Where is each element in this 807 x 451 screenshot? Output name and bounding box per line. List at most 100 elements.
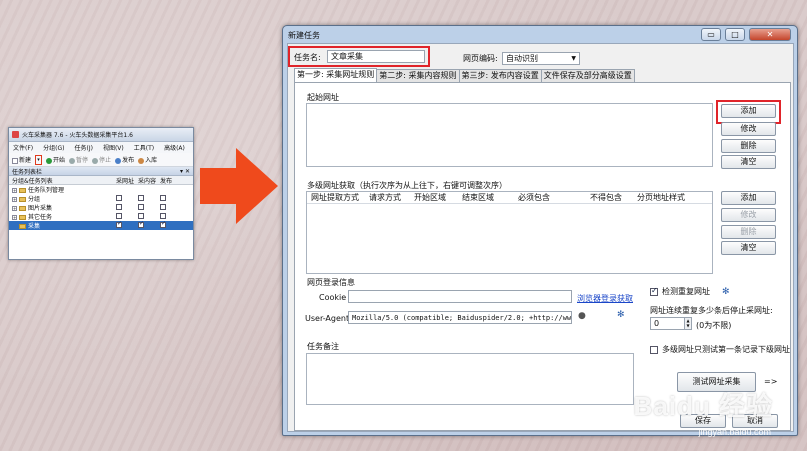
publish-button[interactable]: 发布	[115, 155, 134, 164]
publish-icon	[115, 157, 122, 164]
task-checkbox[interactable]	[116, 212, 122, 219]
menu-task[interactable]: 任务(J)	[74, 143, 92, 152]
main-toolbar: 新建 ▾ 开始 暂停 停止 发布 入库	[9, 153, 193, 167]
task-list-panel-title: 任务列表栏	[12, 168, 43, 176]
pause-icon	[69, 157, 76, 164]
queue-icon	[19, 188, 26, 193]
new-task-dialog: 新建任务 ▭ □ ✕ 任务名: 文章采集 网页编码: 自动识别 ▼ 第一步: 采…	[282, 25, 798, 436]
task-tree-check-cell	[116, 220, 138, 230]
start-button[interactable]: 开始	[46, 155, 65, 164]
task-checkbox[interactable]	[138, 194, 144, 201]
multi-level-edit-button[interactable]: 修改	[721, 208, 776, 222]
task-checkbox[interactable]	[138, 203, 144, 210]
start-url-edit-button[interactable]: 修改	[721, 122, 776, 136]
pause-button[interactable]: 暂停	[69, 155, 88, 164]
expand-plus-icon[interactable]: +	[12, 197, 17, 202]
task-tree-check-cell	[138, 203, 160, 212]
user-agent-input[interactable]: Mozilla/5.0 (compatible; Baiduspider/2.0…	[348, 311, 572, 324]
task-checkbox[interactable]	[116, 203, 122, 210]
dialog-title: 新建任务	[288, 31, 320, 40]
dedupe-check-row: 检测重复网址 ✻	[650, 286, 730, 297]
close-button[interactable]: ✕	[749, 28, 791, 41]
col-end-area[interactable]: 结束区域	[462, 192, 518, 203]
minimize-button[interactable]: ▭	[701, 28, 721, 41]
dedupe-help-icon[interactable]: ✻	[722, 287, 730, 297]
task-checkbox[interactable]	[160, 220, 166, 228]
expand-plus-icon[interactable]: +	[12, 206, 17, 211]
remarks-textarea[interactable]	[306, 353, 634, 405]
new-button[interactable]: 新建	[12, 155, 31, 164]
col-must-contain[interactable]: 必须包含	[518, 192, 590, 203]
task-checkbox[interactable]	[116, 194, 122, 201]
start-url-list[interactable]	[306, 103, 713, 167]
task-name-label: 任务名:	[294, 53, 321, 62]
task-checkbox[interactable]	[160, 212, 166, 219]
import-button[interactable]: 入库	[138, 155, 157, 164]
task-checkbox[interactable]	[160, 194, 166, 201]
multi-level-add-button[interactable]: 添加	[721, 191, 776, 205]
dedupe-stop-value: 0	[654, 319, 660, 328]
microphone-icon[interactable]: ●	[578, 311, 586, 321]
encoding-select[interactable]: 自动识别 ▼	[502, 52, 580, 65]
expand-plus-icon[interactable]: +	[12, 188, 17, 193]
task-tree-row[interactable]: + 分组	[9, 194, 193, 203]
menu-advanced[interactable]: 高级(A)	[164, 143, 185, 152]
col-group-task[interactable]: 分组&任务列表	[12, 176, 116, 185]
start-url-clear-button[interactable]: 清空	[721, 155, 776, 169]
col-must-not-contain[interactable]: 不得包含	[590, 192, 637, 203]
task-checkbox[interactable]	[160, 203, 166, 210]
dedupe-checkbox[interactable]	[650, 286, 658, 296]
tab-content-rules[interactable]: 第二步: 采集内容规则	[376, 69, 460, 82]
col-request-method[interactable]: 请求方式	[369, 192, 414, 203]
login-info-label: 网页登录信息	[305, 277, 357, 288]
menu-view[interactable]: 视图(V)	[103, 143, 124, 152]
col-publish[interactable]: 发布	[160, 176, 178, 185]
import-icon	[138, 157, 145, 164]
col-collect-content[interactable]: 采内容	[138, 176, 160, 185]
task-checkbox[interactable]	[116, 220, 122, 228]
folder-icon	[19, 215, 26, 220]
task-name-input[interactable]: 文章采集	[327, 50, 425, 63]
new-button-label: 新建	[19, 157, 32, 164]
cookie-label: Cookie	[319, 293, 347, 302]
tab-url-rules[interactable]: 第一步: 采集网址规则	[294, 68, 378, 82]
new-dropdown-arrow-icon[interactable]: ▾	[35, 154, 43, 165]
task-checkbox[interactable]	[138, 220, 144, 228]
task-tree-check-cell	[116, 203, 138, 212]
menu-file[interactable]: 文件(F)	[13, 143, 33, 152]
dedupe-stop-hint: (0为不限)	[696, 321, 732, 330]
task-tree-row[interactable]: + 图片采集	[9, 203, 193, 212]
task-tree-label: 分组	[28, 196, 41, 203]
task-tree-row[interactable]: 采集	[9, 220, 193, 230]
expand-plus-icon[interactable]: +	[12, 215, 17, 220]
menu-tools[interactable]: 工具(T)	[134, 143, 154, 152]
task-checkbox[interactable]	[138, 212, 144, 219]
col-pagination-style[interactable]: 分页地址样式	[637, 192, 695, 203]
test-arrow-text: =>	[764, 377, 778, 386]
tab-publish-settings[interactable]: 第三步: 发布内容设置	[458, 69, 542, 82]
panel-controls[interactable]: ▾ ✕	[180, 168, 190, 175]
stop-button[interactable]: 停止	[92, 155, 111, 164]
col-collect-url[interactable]: 采网址	[116, 176, 138, 185]
task-tree-row[interactable]: + 任务队列管理	[9, 185, 193, 194]
menu-group[interactable]: 分组(G)	[43, 143, 64, 152]
multi-level-clear-button[interactable]: 清空	[721, 241, 776, 255]
cookie-input[interactable]	[348, 290, 572, 303]
multi-level-delete-button[interactable]: 删除	[721, 225, 776, 239]
dedupe-stop-spinner[interactable]: 0 ▲ ▼	[650, 317, 692, 330]
multi-test-checkbox[interactable]	[650, 345, 658, 354]
task-tree: + 任务队列管理 + 分组 + 图片采集 + 其它任务 采集	[9, 185, 193, 230]
maximize-button[interactable]: □	[725, 28, 745, 41]
col-url-method[interactable]: 网址提取方式	[311, 192, 369, 203]
browser-login-link[interactable]: 浏览器登录获取	[577, 293, 633, 304]
start-url-add-button[interactable]: 添加	[721, 104, 776, 118]
col-start-area[interactable]: 开始区域	[414, 192, 462, 203]
publish-button-label: 发布	[122, 157, 135, 164]
task-tree-check-cell	[138, 194, 160, 203]
spinner-arrows-icon[interactable]: ▲ ▼	[684, 318, 691, 329]
user-agent-help-icon[interactable]: ✻	[617, 310, 625, 320]
start-url-delete-button[interactable]: 删除	[721, 139, 776, 153]
multi-level-table[interactable]: 网址提取方式 请求方式 开始区域 结束区域 必须包含 不得包含 分页地址样式	[306, 191, 713, 274]
tab-file-advanced[interactable]: 文件保存及部分高级设置	[540, 69, 635, 82]
dedupe-stop-label: 网址连续重复多少条后停止采网址:	[650, 306, 773, 315]
